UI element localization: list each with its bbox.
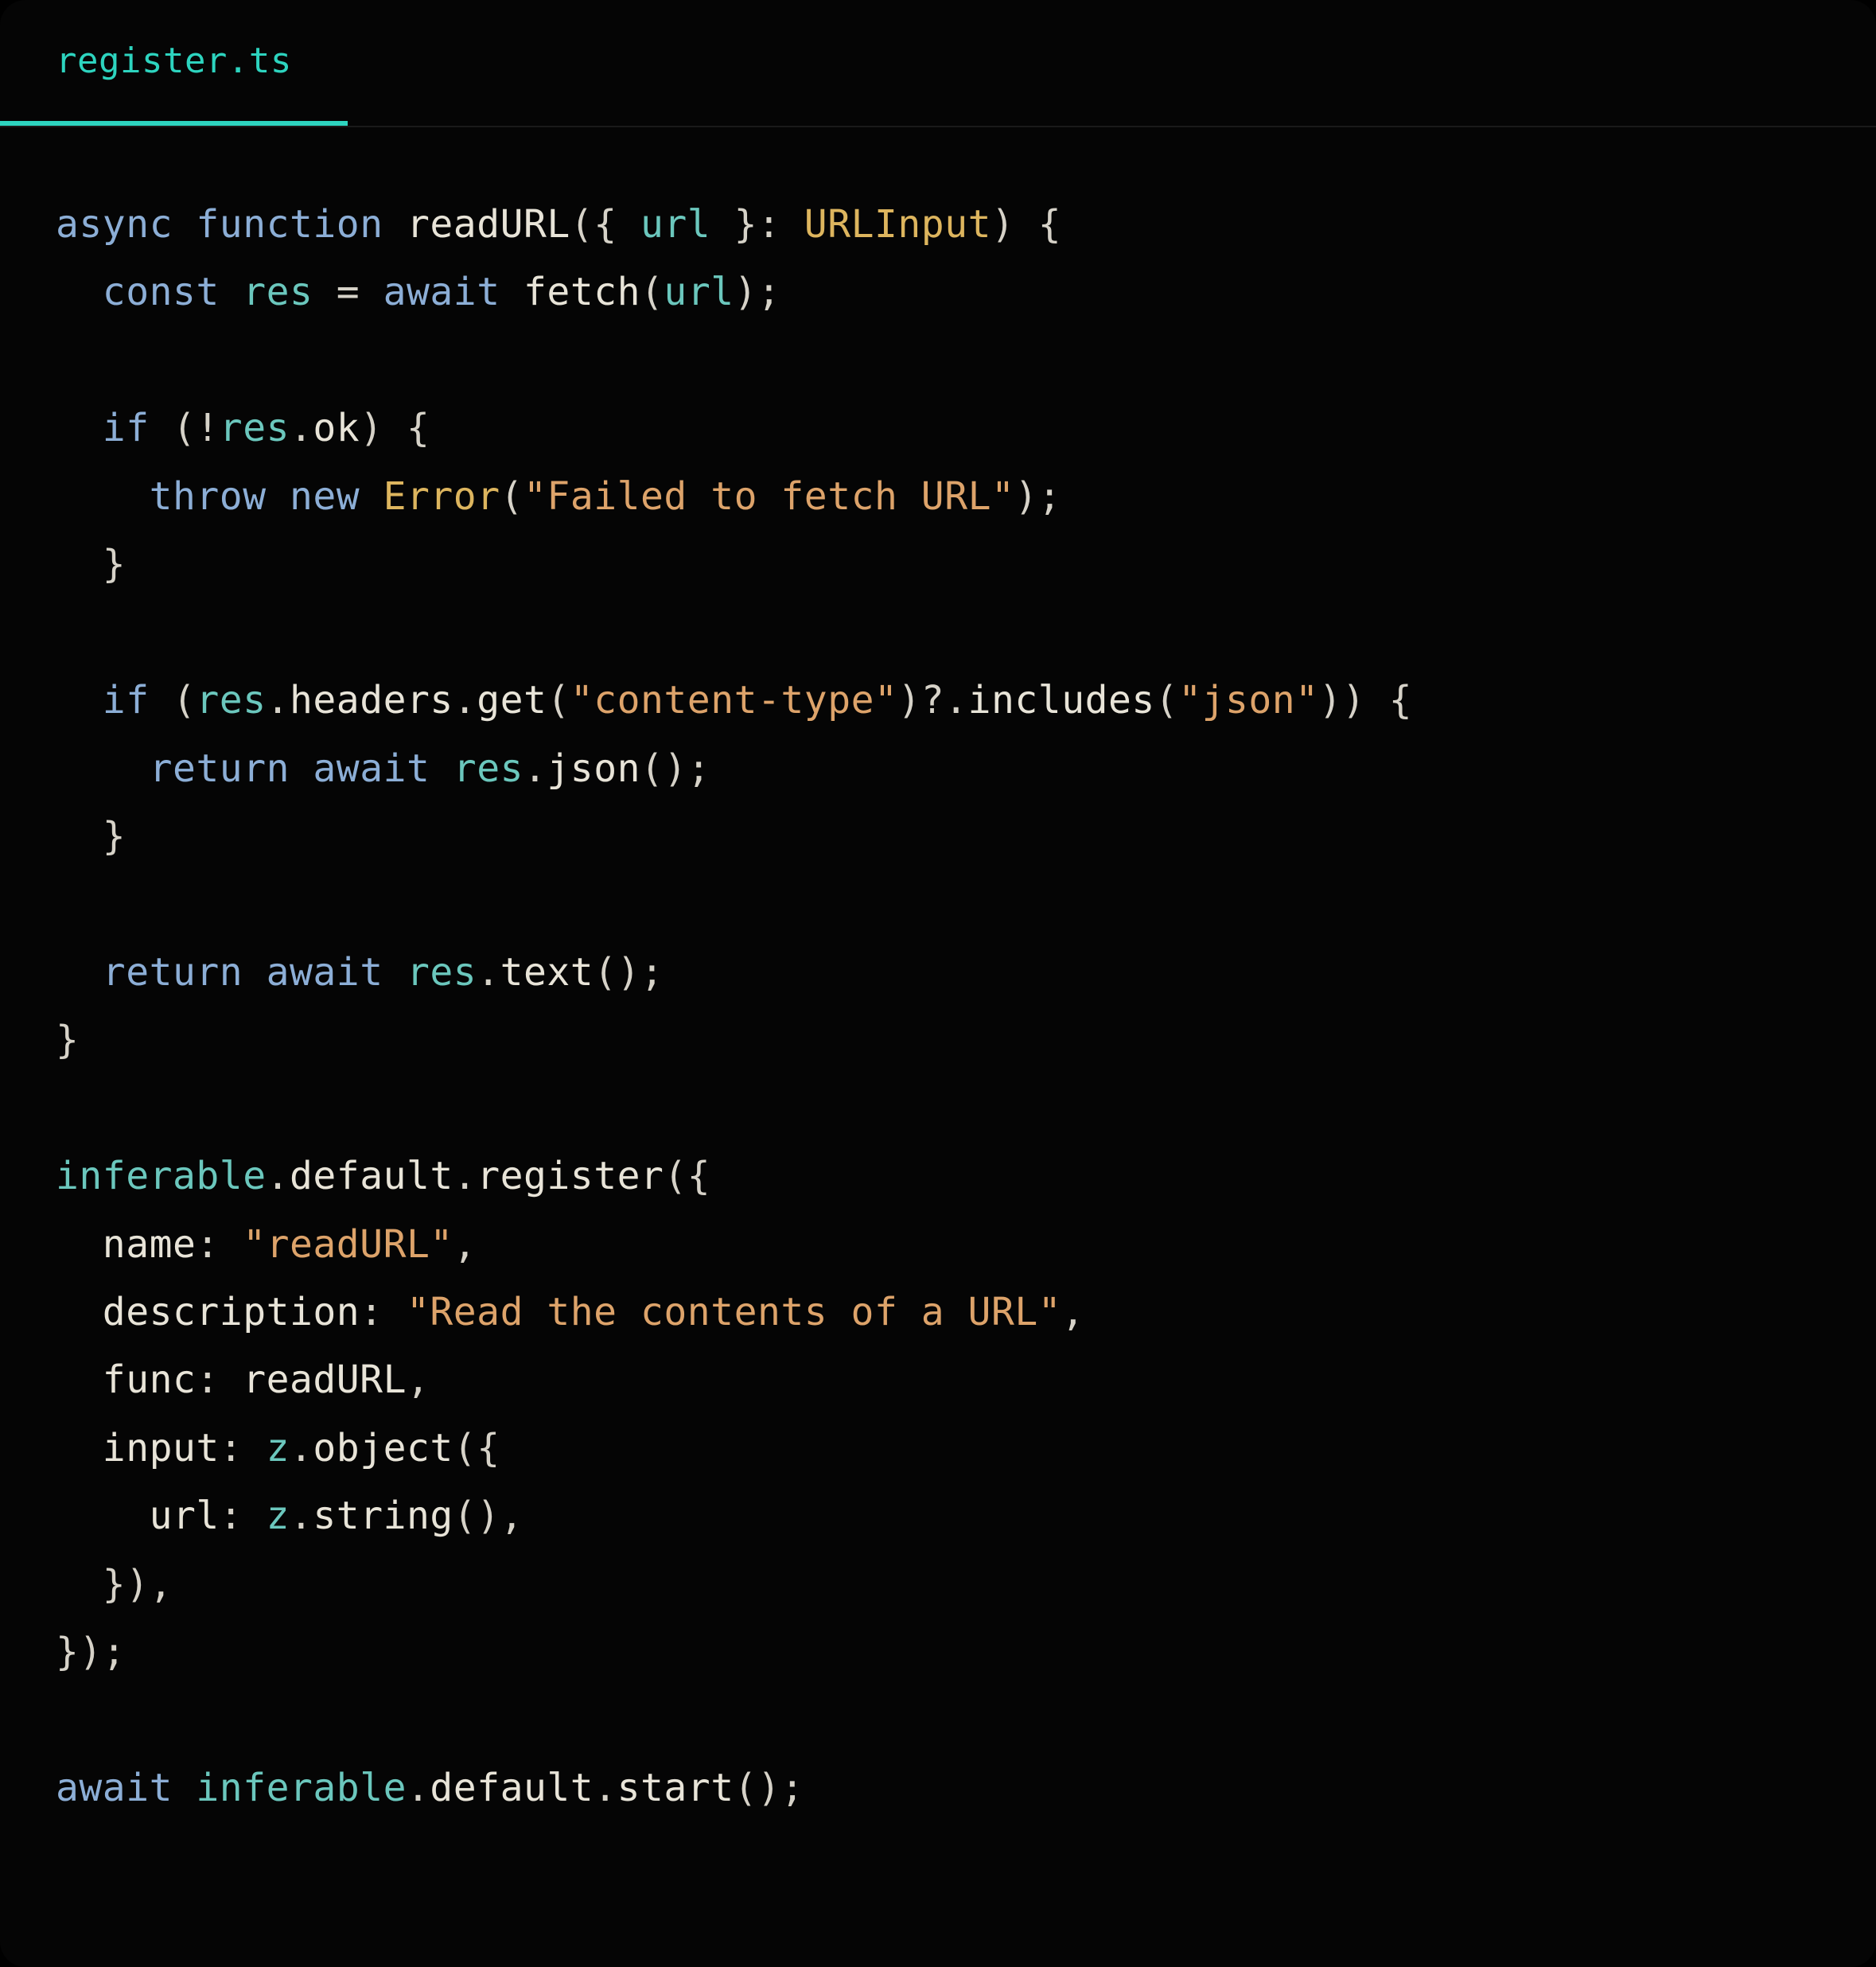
code-line: func: readURL, (56, 1346, 1820, 1414)
code-line: } (56, 1007, 1820, 1074)
code-line (56, 871, 1820, 938)
code-line: description: "Read the contents of a URL… (56, 1279, 1820, 1346)
code-line: url: z.string(), (56, 1482, 1820, 1550)
code-line: }); (56, 1618, 1820, 1686)
code-line: } (56, 803, 1820, 871)
code-line: }), (56, 1551, 1820, 1618)
code-line: name: "readURL", (56, 1211, 1820, 1279)
code-line: return await res.text(); (56, 939, 1820, 1007)
code-line: return await res.json(); (56, 735, 1820, 803)
code-line (56, 327, 1820, 395)
code-line: input: z.object({ (56, 1415, 1820, 1482)
code-line: } (56, 531, 1820, 598)
code-content[interactable]: async function readURL({ url }: URLInput… (0, 127, 1876, 1967)
code-line: await inferable.default.start(); (56, 1755, 1820, 1822)
code-editor: register.ts async function readURL({ url… (0, 0, 1876, 1967)
tab-bar: register.ts (0, 0, 1876, 127)
tab-register-ts[interactable]: register.ts (0, 0, 348, 126)
code-line (56, 1687, 1820, 1755)
code-line (56, 1075, 1820, 1143)
code-line (56, 599, 1820, 667)
tab-label: register.ts (56, 41, 292, 81)
code-line: inferable.default.register({ (56, 1143, 1820, 1210)
code-line: async function readURL({ url }: URLInput… (56, 191, 1820, 259)
code-line: throw new Error("Failed to fetch URL"); (56, 463, 1820, 531)
code-line: if (!res.ok) { (56, 395, 1820, 462)
code-line: const res = await fetch(url); (56, 259, 1820, 326)
code-line: if (res.headers.get("content-type")?.inc… (56, 667, 1820, 734)
